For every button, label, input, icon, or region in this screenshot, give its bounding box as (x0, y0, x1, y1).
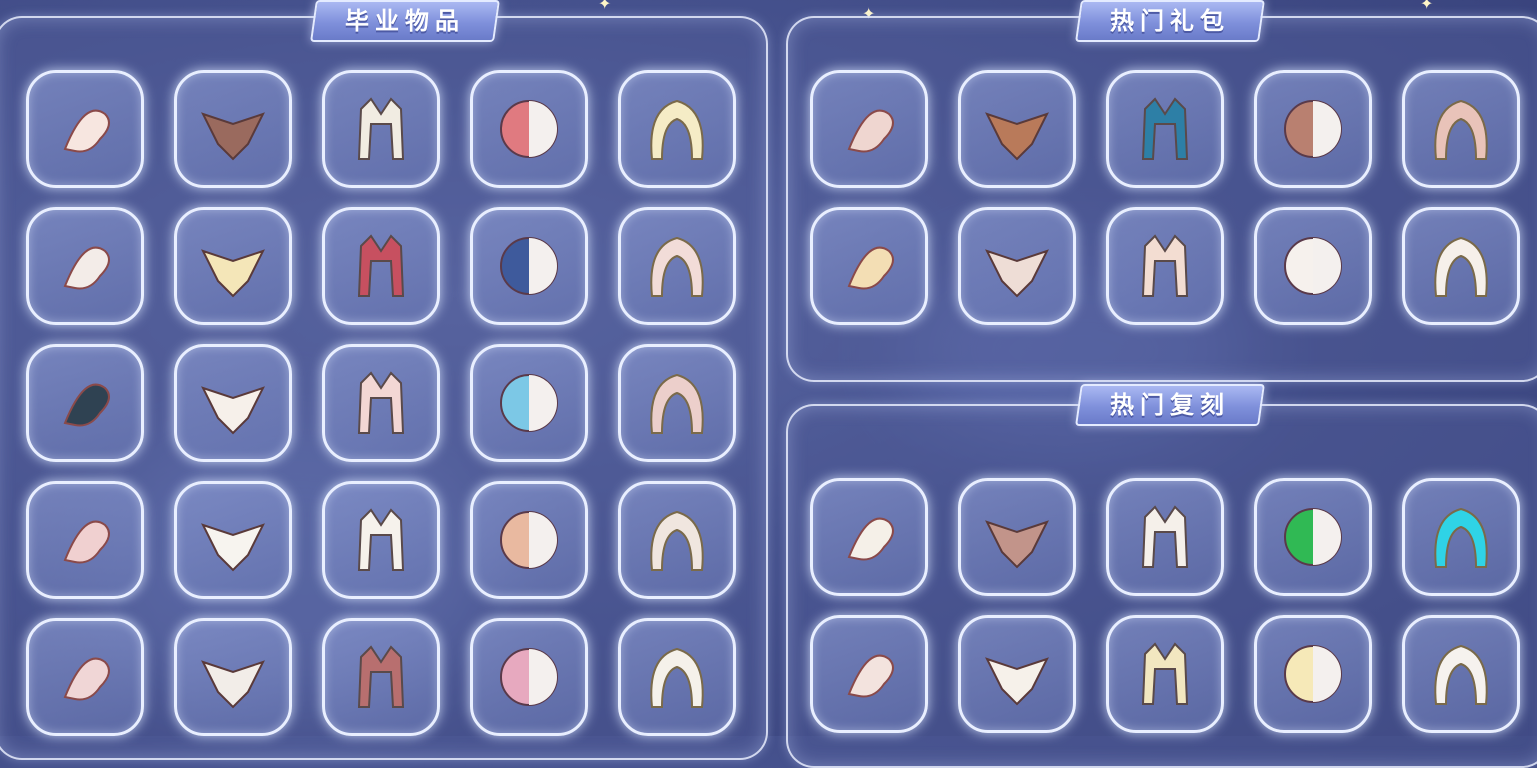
item-slot[interactable] (1402, 478, 1520, 596)
sparkle-star: ✦ (1420, 0, 1434, 13)
item-slot[interactable] (958, 70, 1076, 188)
item-slot[interactable] (1106, 70, 1224, 188)
item-slot[interactable] (174, 344, 292, 462)
item-slot[interactable] (1402, 70, 1520, 188)
item-slot[interactable] (322, 344, 440, 462)
item-slot[interactable] (322, 618, 440, 736)
item-slot[interactable] (322, 481, 440, 599)
item-slot[interactable] (618, 618, 736, 736)
sparkle-star: ✦ (598, 0, 612, 13)
item-slot[interactable] (810, 615, 928, 733)
item-slot[interactable] (1106, 478, 1224, 596)
item-slot[interactable] (26, 481, 144, 599)
item-slot[interactable] (470, 618, 588, 736)
item-slot[interactable] (322, 70, 440, 188)
hot-packs-panel (786, 16, 1537, 382)
item-slot[interactable] (1106, 615, 1224, 733)
item-slot[interactable] (470, 344, 588, 462)
graduation-items-panel (0, 16, 768, 760)
item-slot[interactable] (958, 615, 1076, 733)
item-slot[interactable] (1254, 615, 1372, 733)
item-slot[interactable] (174, 481, 292, 599)
section-title-hot-packs-text: 热门礼包 (1110, 7, 1230, 35)
item-slot[interactable] (174, 618, 292, 736)
item-slot[interactable] (958, 478, 1076, 596)
item-slot[interactable] (618, 207, 736, 325)
item-slot[interactable] (1254, 207, 1372, 325)
item-slot[interactable] (1402, 615, 1520, 733)
item-slot[interactable] (26, 618, 144, 736)
item-slot[interactable] (174, 70, 292, 188)
item-slot[interactable] (322, 207, 440, 325)
item-slot[interactable] (1254, 70, 1372, 188)
section-title-hot-reruns: 热门复刻 (1075, 384, 1265, 426)
item-slot[interactable] (958, 207, 1076, 325)
hot-reruns-panel (786, 404, 1537, 768)
item-slot[interactable] (26, 70, 144, 188)
item-slot[interactable] (1402, 207, 1520, 325)
item-slot[interactable] (470, 481, 588, 599)
item-slot[interactable] (618, 481, 736, 599)
item-slot[interactable] (174, 207, 292, 325)
section-title-hot-packs: 热门礼包 (1075, 0, 1265, 42)
item-slot[interactable] (26, 344, 144, 462)
item-slot[interactable] (810, 478, 928, 596)
section-title-graduation: 毕业物品 (310, 0, 500, 42)
item-slot[interactable] (26, 207, 144, 325)
item-slot[interactable] (470, 207, 588, 325)
item-slot[interactable] (618, 70, 736, 188)
item-slot[interactable] (618, 344, 736, 462)
item-slot[interactable] (1254, 478, 1372, 596)
item-slot[interactable] (810, 70, 928, 188)
item-slot[interactable] (1106, 207, 1224, 325)
section-title-hot-reruns-text: 热门复刻 (1110, 391, 1230, 419)
section-title-graduation-text: 毕业物品 (345, 7, 465, 35)
item-slot[interactable] (470, 70, 588, 188)
item-slot[interactable] (810, 207, 928, 325)
